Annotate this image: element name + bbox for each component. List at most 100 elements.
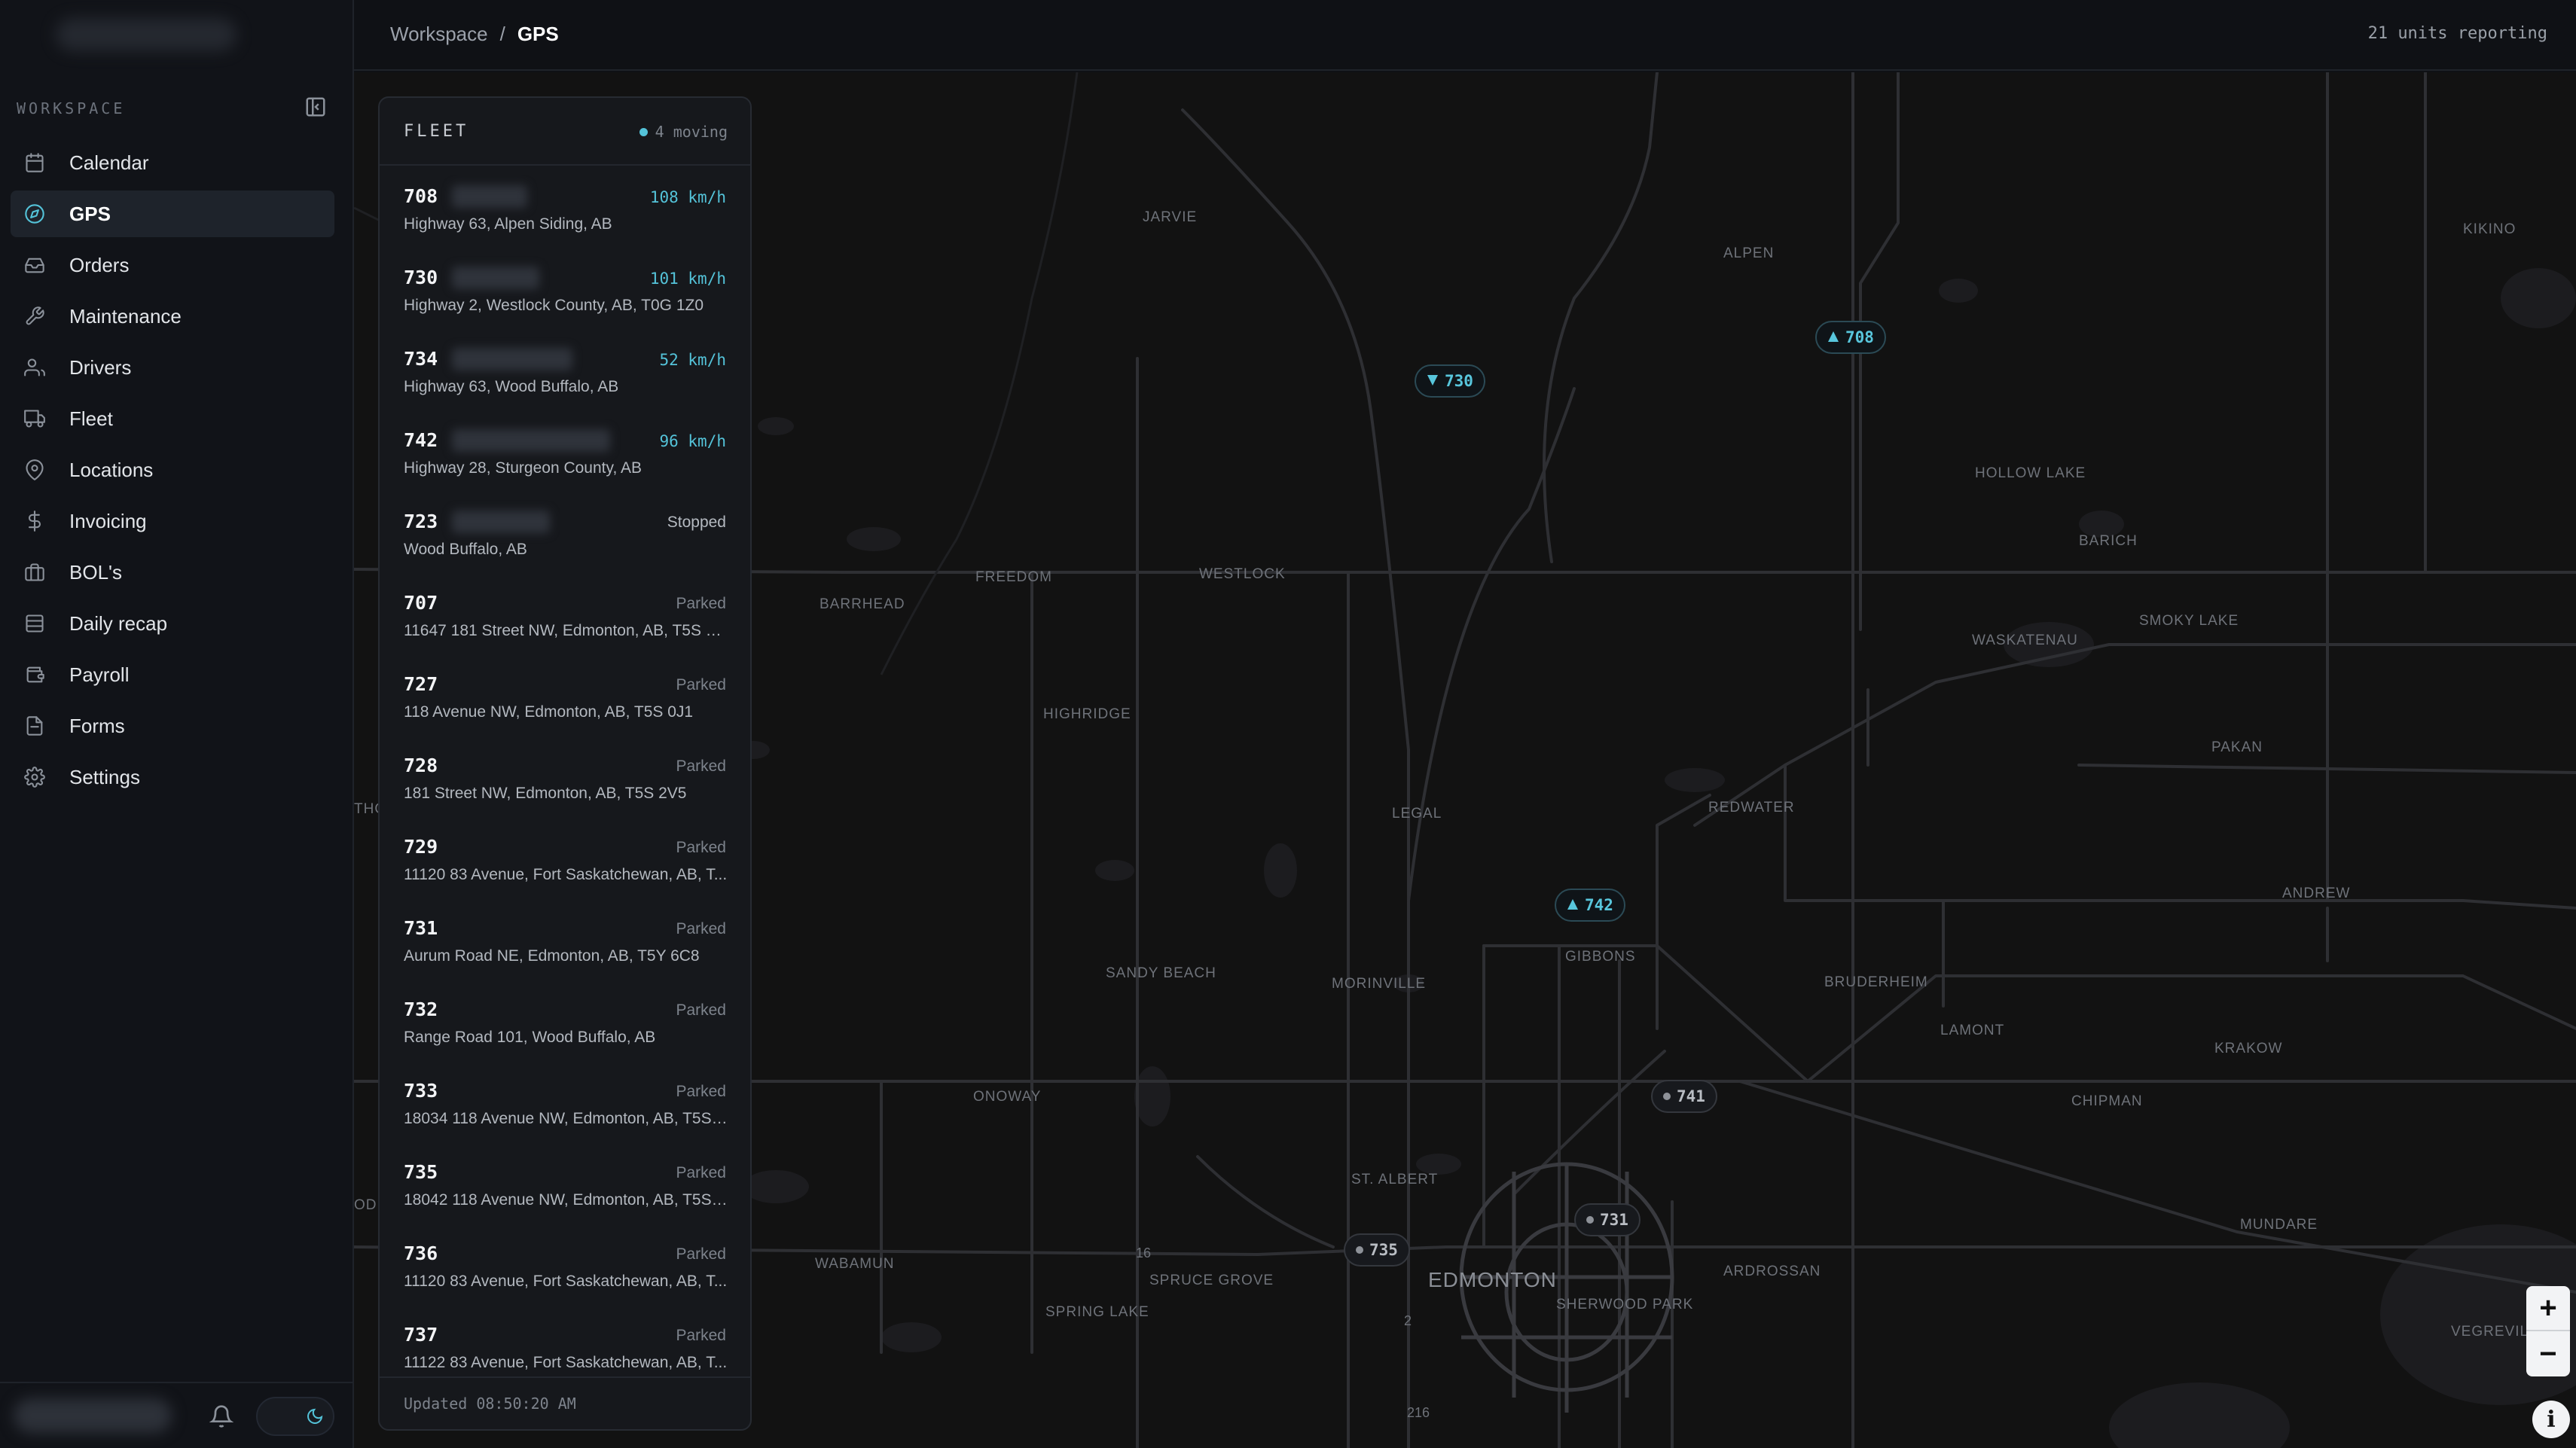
- town-label-barrhead: BARRHEAD: [819, 596, 905, 612]
- fleet-unit-row[interactable]: 737 Parked 11122 83 Avenue, Fort Saskatche…: [380, 1306, 750, 1373]
- list-icon: [24, 613, 45, 634]
- wrench-icon: [24, 306, 45, 327]
- vehicle-marker-730[interactable]: 730: [1415, 364, 1485, 398]
- fleet-unit-row[interactable]: 732 Parked Range Road 101, Wood Buffalo, A…: [380, 980, 750, 1062]
- unit-number: 728: [404, 754, 438, 776]
- app-root: WORKSPACE Calendar GPS Orders Maintenance Dr…: [0, 0, 2576, 1448]
- heading-up-icon: [1567, 896, 1579, 914]
- vehicle-marker-742[interactable]: 742: [1555, 889, 1625, 922]
- sidebar-item-payroll[interactable]: Payroll: [11, 651, 334, 698]
- sidebar-item-label: Payroll: [69, 663, 130, 686]
- sidebar-item-locations[interactable]: Locations: [11, 447, 334, 493]
- sidebar-item-maintenance[interactable]: Maintenance: [11, 293, 334, 340]
- town-label-smoky-lake: SMOKY LAKE: [2139, 613, 2239, 629]
- marker-unit-label: 730: [1445, 372, 1473, 390]
- bell-icon[interactable]: [209, 1404, 234, 1428]
- town-label-wabamun: WABAMUN: [815, 1256, 895, 1272]
- fleet-unit-row[interactable]: 734 52 km/h Highway 63, Wood Buffalo, AB: [380, 330, 750, 411]
- sidebar-item-forms[interactable]: Forms: [11, 703, 334, 749]
- driver-name-redacted: [452, 185, 527, 208]
- unit-address: Highway 63, Alpen Siding, AB: [404, 215, 612, 233]
- sidebar-item-label: BOL's: [69, 560, 122, 584]
- zoom-in-button[interactable]: +: [2526, 1286, 2570, 1331]
- fleet-unit-row[interactable]: 723 Stopped Wood Buffalo, AB: [380, 492, 750, 574]
- marker-unit-label: 741: [1677, 1087, 1705, 1105]
- fleet-unit-row[interactable]: 729 Parked 11120 83 Avenue, Fort Saskatche…: [380, 818, 750, 899]
- town-label-spring-lake: SPRING LAKE: [1045, 1304, 1149, 1320]
- sidebar-footer: [0, 1382, 354, 1448]
- vehicle-marker-731[interactable]: 731: [1574, 1203, 1641, 1236]
- sidebar-item-drivers[interactable]: Drivers: [11, 344, 334, 391]
- town-label-westlock: WESTLOCK: [1199, 566, 1286, 582]
- fleet-unit-row[interactable]: 707 Parked 11647 181 Street NW, Edmonton, …: [380, 574, 750, 655]
- town-label-sandy-beach: SANDY BEACH: [1106, 965, 1216, 981]
- sidebar-item-bol-s[interactable]: BOL's: [11, 549, 334, 596]
- vehicle-marker-741[interactable]: 741: [1651, 1080, 1717, 1113]
- marker-unit-label: 708: [1845, 328, 1874, 346]
- vehicle-marker-708[interactable]: 708: [1815, 321, 1886, 354]
- fleet-unit-row[interactable]: 731 Parked Aurum Road NE, Edmonton, AB, T5…: [380, 899, 750, 980]
- compass-icon: [24, 203, 45, 224]
- fleet-unit-row[interactable]: 736 Parked 11120 83 Avenue, Fort Saskatche…: [380, 1224, 750, 1306]
- sidebar-item-daily-recap[interactable]: Daily recap: [11, 600, 334, 647]
- sidebar: WORKSPACE Calendar GPS Orders Maintenance Dr…: [0, 0, 354, 1448]
- collapse-sidebar-icon[interactable]: [304, 96, 327, 118]
- unit-address: Highway 2, Westlock County, AB, T0G 1Z0: [404, 297, 704, 314]
- theme-toggle[interactable]: [256, 1397, 334, 1436]
- user-avatar[interactable]: [14, 1398, 172, 1433]
- unit-number: 727: [404, 673, 438, 695]
- map-info-button[interactable]: i: [2532, 1401, 2570, 1438]
- sidebar-item-calendar[interactable]: Calendar: [11, 139, 334, 186]
- fleet-panel: FLEET 4 moving 708 108 km/h Highway 63, Al…: [378, 96, 752, 1431]
- sidebar-nav: Calendar GPS Orders Maintenance Drivers Fleet…: [11, 139, 334, 805]
- sidebar-item-label: Locations: [69, 458, 154, 481]
- last-updated: Updated 08:50:20 AM: [404, 1395, 576, 1413]
- sidebar-item-invoicing[interactable]: Invoicing: [11, 498, 334, 544]
- unit-status: Parked: [676, 839, 726, 856]
- fleet-unit-list[interactable]: 708 108 km/h Highway 63, Alpen Siding, AB 7…: [380, 167, 750, 1373]
- fleet-unit-row[interactable]: 735 Parked 18042 118 Avenue NW, Edmonton, …: [380, 1143, 750, 1224]
- marker-unit-label: 735: [1369, 1241, 1398, 1259]
- town-label-ardrossan: ARDROSSAN: [1723, 1264, 1821, 1279]
- town-label-kikino: KIKINO: [2463, 221, 2516, 237]
- fleet-unit-row[interactable]: 733 Parked 18034 118 Avenue NW, Edmonton, …: [380, 1062, 750, 1143]
- workspace-logo[interactable]: [56, 18, 237, 51]
- sidebar-item-label: GPS: [69, 202, 111, 225]
- sidebar-section-label: WORKSPACE: [17, 99, 126, 117]
- marker-unit-label: 742: [1585, 896, 1613, 914]
- vehicle-marker-735[interactable]: 735: [1344, 1233, 1410, 1267]
- fleet-panel-footer: Updated 08:50:20 AM: [380, 1376, 750, 1429]
- sidebar-item-orders[interactable]: Orders: [11, 242, 334, 288]
- dollar-icon: [24, 511, 45, 532]
- fleet-unit-row[interactable]: 727 Parked 118 Avenue NW, Edmonton, AB, T5…: [380, 655, 750, 736]
- fleet-unit-row[interactable]: 730 101 km/h Highway 2, Westlock County, A…: [380, 248, 750, 330]
- driver-name-redacted: [452, 511, 550, 533]
- town-label-gibbons: GIBBONS: [1565, 949, 1636, 965]
- town-label-krakow: KRAKOW: [2214, 1041, 2283, 1056]
- sidebar-item-label: Forms: [69, 714, 125, 737]
- unit-status: Parked: [676, 676, 726, 694]
- unit-status: 52 km/h: [659, 351, 726, 369]
- moving-dot-icon: [639, 127, 648, 136]
- sidebar-item-fleet[interactable]: Fleet: [11, 395, 334, 442]
- sidebar-item-settings[interactable]: Settings: [11, 754, 334, 800]
- unit-number: 723: [404, 511, 438, 532]
- zoom-out-button[interactable]: −: [2526, 1331, 2570, 1376]
- driver-name-redacted: [452, 348, 572, 370]
- breadcrumb-workspace[interactable]: Workspace: [390, 23, 488, 46]
- unit-address: 11120 83 Avenue, Fort Saskatchewan, AB, …: [404, 866, 728, 883]
- fleet-unit-row[interactable]: 742 96 km/h Highway 28, Sturgeon County, A…: [380, 411, 750, 492]
- moon-icon: [301, 1403, 328, 1430]
- units-reporting-status: 21 units reporting: [2367, 24, 2547, 43]
- unit-address: Highway 63, Wood Buffalo, AB: [404, 378, 619, 395]
- fleet-unit-row[interactable]: 708 108 km/h Highway 63, Alpen Siding, AB: [380, 167, 750, 248]
- sidebar-item-label: Drivers: [69, 355, 132, 379]
- unit-status: Stopped: [667, 514, 726, 531]
- unit-address: Range Road 101, Wood Buffalo, AB: [404, 1029, 656, 1046]
- fleet-unit-row[interactable]: 728 Parked 181 Street NW, Edmonton, AB, T5…: [380, 736, 750, 818]
- sidebar-item-label: Fleet: [69, 407, 113, 430]
- unit-status: Parked: [676, 1327, 726, 1344]
- moving-count: 4 moving: [639, 123, 728, 141]
- sidebar-item-gps[interactable]: GPS: [11, 191, 334, 237]
- town-label-mundare: MUNDARE: [2240, 1217, 2318, 1233]
